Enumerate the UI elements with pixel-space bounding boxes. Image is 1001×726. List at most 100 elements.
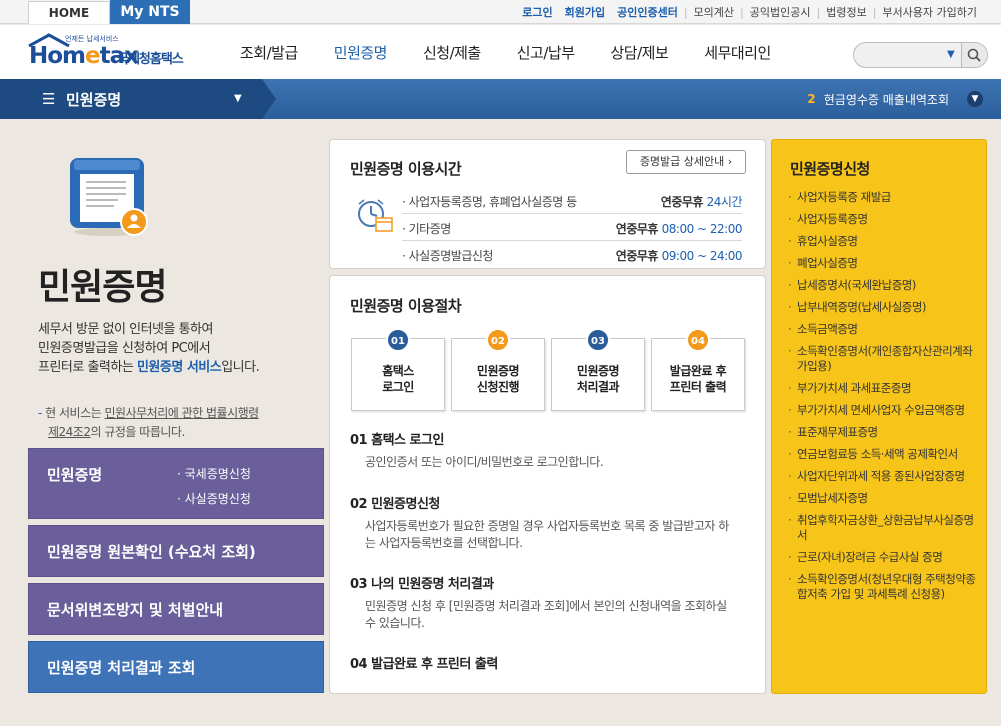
national-tax-cert-link[interactable]: · 국세증명신청 bbox=[177, 465, 251, 482]
cert-link-business-registration[interactable]: 사업자등록증명 bbox=[788, 212, 978, 227]
procedure-step: 03 민원증명 처리결과 bbox=[551, 328, 645, 411]
cert-link-pension-deduction[interactable]: 연금보험료등 소득·세액 공제확인서 bbox=[788, 447, 978, 462]
cert-link-vat-base[interactable]: 부가가치세 과세표준증명 bbox=[788, 381, 978, 396]
hours-time: 09:00 ~ 24:00 bbox=[661, 249, 743, 263]
panel-title: 민원증명 이용절차 bbox=[350, 297, 462, 315]
nav-report-pay[interactable]: 신고/납부 bbox=[517, 42, 575, 63]
public-disclosure-link[interactable]: 공익법인공시 bbox=[744, 4, 817, 20]
cert-link-unit-taxation[interactable]: 사업자단위과세 적용 종된사업장증명 bbox=[788, 469, 978, 484]
cert-link-youth-savings[interactable]: 소득확인증명서(청년우대형 주택청약종합저축 가입 및 과세특례 신청용) bbox=[788, 572, 978, 602]
hours-row: · 사실증명발급신청 연중무휴 09:00 ~ 24:00 bbox=[402, 241, 743, 268]
nav-tax-agent[interactable]: 세무대리인 bbox=[704, 42, 771, 63]
left-menu-original-check[interactable]: 민원증명 원본확인 (수요처 조회) bbox=[28, 525, 324, 577]
procedure-step: 04 발급완료 후 프린터 출력 bbox=[651, 328, 745, 411]
global-nav: 조회/발급 민원증명 신청/제출 신고/납부 상담/제보 세무대리인 bbox=[240, 25, 807, 79]
procedure-section: 02 민원증명신청 사업자등록번호가 필요한 증명일 경우 사업자등록번호 목록… bbox=[350, 493, 750, 552]
hours-label: · 기타증명 bbox=[402, 222, 451, 236]
search-button[interactable] bbox=[961, 43, 987, 67]
hours-label-text: 사실증명발급신청 bbox=[408, 249, 494, 263]
cert-application-panel: 민원증명신청 사업자등록증 재발급 사업자등록증명 휴업사실증명 폐업사실증명 … bbox=[771, 139, 987, 694]
step-line: 로그인 bbox=[382, 380, 414, 394]
dept-user-signup-link[interactable]: 부서사용자 가입하기 bbox=[876, 4, 983, 20]
notice-text: 현 서비스는 bbox=[45, 406, 105, 420]
chevron-right-icon: › bbox=[727, 155, 733, 168]
cert-link-closure[interactable]: 폐업사실증명 bbox=[788, 256, 978, 271]
sub-nav-bar: ☰ 민원증명 ▼ 2 현금영수증 매출내역조회 ▼ bbox=[0, 79, 1001, 119]
fact-cert-link[interactable]: · 사실증명신청 bbox=[177, 490, 251, 507]
step-number-badge: 01 bbox=[386, 328, 410, 352]
section-body: 공인인증서 또는 아이디/비밀번호로 로그인합니다. bbox=[365, 455, 604, 469]
left-menu-forgery-prevention[interactable]: 문서위변조방지 및 처벌안내 bbox=[28, 583, 324, 635]
nav-civil-cert[interactable]: 민원증명 bbox=[334, 42, 388, 63]
home-tab[interactable]: HOME bbox=[28, 1, 110, 24]
step-label: 홈택스로그인 bbox=[352, 363, 444, 395]
nav-apply-submit[interactable]: 신청/제출 bbox=[423, 42, 481, 63]
cert-link-tax-payment[interactable]: 납세증명서(국세완납증명) bbox=[788, 278, 978, 293]
panel-title: 민원증명신청 bbox=[790, 160, 870, 178]
step-line: 발급완료 후 bbox=[669, 364, 727, 378]
hours-value: 연중무휴 08:00 ~ 22:00 bbox=[615, 220, 743, 237]
notice-number: 2 bbox=[807, 92, 816, 106]
notice-text[interactable]: 현금영수증 매출내역조회 bbox=[824, 91, 949, 108]
cert-link-vat-exempt[interactable]: 부가가치세 면세사업자 수입금액증명 bbox=[788, 403, 978, 418]
submenu-label: 국세증명신청 bbox=[184, 467, 251, 481]
menu-selector[interactable]: ☰ 민원증명 ▼ bbox=[0, 79, 276, 119]
notice-ticker[interactable]: 2 현금영수증 매출내역조회 ▼ bbox=[807, 79, 983, 119]
panel-title: 민원증명 이용시간 bbox=[350, 160, 462, 178]
hours-value: 연중무휴 24시간 bbox=[661, 193, 743, 210]
cert-center-link[interactable]: 공인인증센터 bbox=[611, 4, 684, 20]
step-line: 신청진행 bbox=[476, 380, 520, 394]
section-heading: 03 나의 민원증명 처리결과 bbox=[350, 577, 494, 592]
hours-prefix: 연중무휴 bbox=[615, 222, 659, 236]
chevron-down-icon[interactable]: ▼ bbox=[947, 49, 955, 60]
search-input[interactable]: ▼ bbox=[853, 42, 988, 68]
cert-link-suspension[interactable]: 휴업사실증명 bbox=[788, 234, 978, 249]
detail-guide-button[interactable]: 증명발급 상세안내 › bbox=[626, 150, 746, 174]
step-line: 프린터 출력 bbox=[669, 380, 727, 394]
button-label: 증명발급 상세안내 bbox=[639, 155, 725, 168]
step-line: 민원증명 bbox=[576, 364, 620, 378]
chevron-down-icon: ▼ bbox=[234, 93, 242, 104]
chevron-down-icon[interactable]: ▼ bbox=[967, 91, 983, 107]
step-label: 발급완료 후프린터 출력 bbox=[652, 363, 744, 395]
utility-links: 로그인 회원가입 공인인증센터 | 모의계산 | 공익법인공시 | 법령정보 |… bbox=[516, 0, 983, 24]
step-label: 민원증명처리결과 bbox=[552, 363, 644, 395]
cert-link-student-loan[interactable]: 취업후학자금상환_상환금납부사실증명서 bbox=[788, 513, 978, 543]
law-article-link[interactable]: 제24조2 bbox=[48, 425, 91, 439]
cert-link-payment-history[interactable]: 납부내역증명(납세사실증명) bbox=[788, 300, 978, 315]
my-nts-tab[interactable]: My NTS bbox=[110, 0, 190, 24]
description-line: 세무서 방문 없이 인터넷을 통하여 bbox=[38, 322, 213, 337]
nav-consult[interactable]: 상담/제보 bbox=[611, 42, 669, 63]
hours-row: · 기타증명 연중무휴 08:00 ~ 22:00 bbox=[402, 214, 743, 241]
section-heading: 01 홈택스 로그인 bbox=[350, 433, 444, 448]
cert-link-eitc[interactable]: 근로(자녀)장려금 수급사실 증명 bbox=[788, 550, 978, 565]
cert-link-income-amount[interactable]: 소득금액증명 bbox=[788, 322, 978, 337]
step-line: 홈택스 bbox=[382, 364, 414, 378]
cert-link-model-taxpayer[interactable]: 모범납세자증명 bbox=[788, 491, 978, 506]
menu-selector-label: 민원증명 bbox=[66, 91, 122, 109]
utility-bar: HOME My NTS 로그인 회원가입 공인인증센터 | 모의계산 | 공익법… bbox=[0, 0, 1001, 24]
hours-prefix: 연중무휴 bbox=[615, 249, 659, 263]
signup-link[interactable]: 회원가입 bbox=[559, 4, 611, 20]
left-menu-civil-cert: 민원증명 · 국세증명신청 · 사실증명신청 bbox=[28, 448, 324, 519]
description-highlight: 민원증명 서비스 bbox=[136, 360, 222, 375]
cert-link-income-isa[interactable]: 소득확인증명서(개인종합자산관리계좌 가입용) bbox=[788, 344, 978, 374]
clock-calendar-icon bbox=[358, 199, 393, 232]
hometax-logo[interactable]: 언제든 납세서비스 Hometax 국세청홈택스 bbox=[27, 31, 217, 75]
cert-link-financial-statement[interactable]: 표준재무제표증명 bbox=[788, 425, 978, 440]
left-menu-result-inquiry[interactable]: 민원증명 처리결과 조회 bbox=[28, 641, 324, 693]
hamburger-icon: ☰ bbox=[42, 90, 56, 108]
mock-calc-link[interactable]: 모의계산 bbox=[688, 4, 740, 20]
nav-inquiry-issue[interactable]: 조회/발급 bbox=[240, 42, 298, 63]
step-line: 처리결과 bbox=[576, 380, 620, 394]
cert-link-business-registration-reissue[interactable]: 사업자등록증 재발급 bbox=[788, 190, 978, 205]
login-link[interactable]: 로그인 bbox=[516, 4, 558, 20]
law-info-link[interactable]: 법령정보 bbox=[820, 4, 872, 20]
description-line: 프린터로 출력하는 민원증명 서비스입니다. bbox=[38, 358, 298, 377]
search-icon bbox=[967, 48, 981, 62]
left-menu-label[interactable]: 민원증명 bbox=[47, 464, 102, 485]
page-title: 민원증명 bbox=[38, 267, 167, 308]
law-link[interactable]: 민원사무처리에 관한 법률시행령 bbox=[105, 406, 260, 420]
procedure-section: 04 발급완료 후 프린터 출력 bbox=[350, 653, 750, 672]
section-heading: 04 발급완료 후 프린터 출력 bbox=[350, 657, 498, 672]
